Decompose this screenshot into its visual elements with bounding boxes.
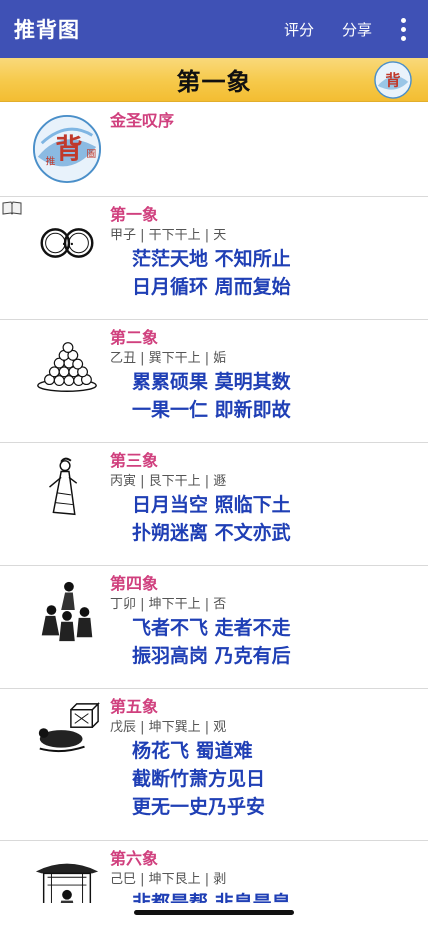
verse-line: 扑朔迷离 不文亦武 — [132, 522, 291, 544]
banner-title: 第一象 — [176, 68, 252, 96]
verse-line: 非都是帮 非皇是皇 — [132, 892, 291, 903]
item-title: 第五象 — [110, 697, 159, 716]
list-item[interactable]: 第六象 己巳 | 坤下艮上 | 剥 非都是帮 非皇是皇 — [0, 841, 428, 903]
current-section-banner: 第一象 背 — [0, 58, 428, 102]
item-meta: 乙丑 | 巽下干上 | 姤 — [110, 351, 227, 366]
item-title: 第四象 — [110, 574, 159, 593]
list-item-preface[interactable]: 背 推 圖 金圣叹序 — [0, 103, 428, 197]
preface-logo-icon: 背 推 圖 — [32, 114, 102, 184]
item-title: 第六象 — [110, 849, 159, 868]
item-title: 第一象 — [110, 205, 159, 224]
home-indicator[interactable] — [134, 910, 294, 915]
verse-line: 一果一仁 即新即故 — [132, 399, 291, 421]
list-item[interactable]: 第三象 丙寅 | 艮下干上 | 遯 日月当空 照临下土 扑朔迷离 不文亦武 — [0, 443, 428, 566]
svg-text:推: 推 — [46, 155, 56, 168]
svg-text:背: 背 — [55, 133, 82, 165]
more-options-icon[interactable] — [388, 0, 418, 58]
standing-woman-illustration — [49, 457, 78, 516]
verse-line: 飞者不飞 走者不走 — [132, 617, 291, 639]
item-title: 第三象 — [110, 451, 159, 470]
verse-line: 杨花飞 蜀道难 — [132, 740, 253, 762]
palace-illustration — [35, 863, 99, 903]
preface-title: 金圣叹序 — [110, 111, 175, 130]
item-meta: 甲子 | 干下干上 | 天 — [110, 228, 227, 243]
verse-line: 截断竹萧方见日 — [132, 768, 266, 790]
figures-group-illustration — [41, 581, 93, 642]
list-item[interactable]: 第五象 戊辰 | 坤下巽上 | 观 杨花飞 蜀道难 截断竹萧方见日 更无一史乃乎… — [0, 689, 428, 841]
chapter-list: 背 推 圖 金圣叹序 第一象 甲子 | 干下干上 | 天 茫茫天地 不知所止 日… — [0, 103, 428, 903]
share-button[interactable]: 分享 — [342, 19, 372, 40]
list-item[interactable]: 第二象 乙丑 | 巽下干上 | 姤 累累硕果 莫明其数 一果一仁 即新即故 — [0, 320, 428, 443]
item-meta: 丙寅 | 艮下干上 | 遯 — [110, 474, 227, 489]
svg-text:背: 背 — [385, 72, 400, 90]
bookmark-book-icon — [2, 201, 22, 215]
verse-line: 更无一史乃乎安 — [132, 796, 266, 818]
item-meta: 戊辰 | 坤下巽上 | 观 — [110, 720, 227, 735]
app-title: 推背图 — [14, 18, 80, 42]
verse-line: 日月当空 照临下土 — [132, 494, 291, 516]
verse-line: 振羽高岗 乃克有后 — [132, 645, 291, 667]
list-item[interactable]: 第四象 丁卯 | 坤下干上 | 否 飞者不飞 走者不走 振羽高岗 乃克有后 — [0, 566, 428, 689]
lying-figure-illustration — [38, 702, 100, 753]
fruit-pile-illustration — [37, 342, 97, 393]
item-title: 第二象 — [110, 328, 159, 347]
item-meta: 己巳 | 坤下艮上 | 剥 — [110, 872, 227, 887]
rate-button[interactable]: 评分 — [284, 19, 314, 40]
list-item[interactable]: 第一象 甲子 | 干下干上 | 天 茫茫天地 不知所止 日月循环 周而复始 — [0, 197, 428, 320]
two-circles-illustration — [40, 228, 94, 258]
verse-line: 累累硕果 莫明其数 — [132, 371, 291, 393]
app-logo-icon[interactable]: 背 — [374, 61, 412, 99]
verse-line: 日月循环 周而复始 — [132, 276, 291, 298]
svg-text:圖: 圖 — [86, 148, 96, 160]
app-bar: 推背图 评分 分享 — [0, 0, 428, 58]
item-meta: 丁卯 | 坤下干上 | 否 — [110, 597, 227, 612]
verse-line: 茫茫天地 不知所止 — [132, 248, 291, 270]
